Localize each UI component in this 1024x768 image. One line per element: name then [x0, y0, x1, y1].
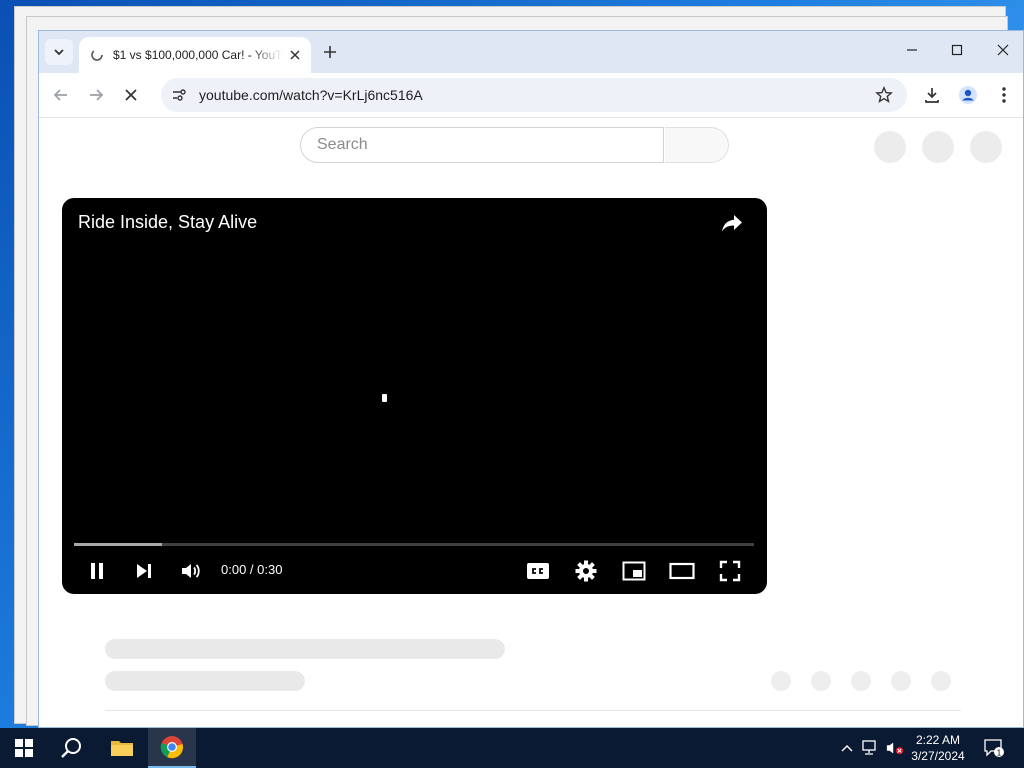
- subtitles-button[interactable]: [523, 556, 553, 586]
- gear-icon: [575, 560, 597, 582]
- muted-volume-icon: [886, 742, 904, 755]
- video-player[interactable]: Ride Inside, Stay Alive 0:00 / 0:30: [62, 198, 767, 594]
- download-icon: [925, 88, 939, 103]
- folder-icon: [111, 741, 133, 756]
- back-arrow-icon: [53, 89, 67, 101]
- action-placeholder: [931, 671, 951, 691]
- pause-button[interactable]: [82, 556, 112, 586]
- miniplayer-icon: [622, 561, 646, 581]
- theater-icon: [669, 562, 695, 580]
- start-button[interactable]: [0, 728, 48, 768]
- profile-button[interactable]: [956, 83, 980, 107]
- taskbar-clock[interactable]: 2:22 AM 3/27/2024: [906, 732, 970, 764]
- clock-date: 3/27/2024: [911, 749, 965, 763]
- notification-count: 1: [997, 749, 1002, 758]
- chrome-taskbar-button[interactable]: [148, 728, 196, 768]
- show-hidden-icons-button[interactable]: [838, 739, 856, 757]
- plus-icon: [324, 46, 336, 58]
- browser-toolbar: youtube.com/watch?v=KrLj6nc516A: [39, 73, 1023, 118]
- close-icon: [997, 44, 1009, 56]
- file-explorer-button[interactable]: [98, 728, 146, 768]
- video-title[interactable]: Ride Inside, Stay Alive: [78, 212, 257, 233]
- chrome-window: $1 vs $100,000,000 Car! - YouTube: [38, 30, 1024, 728]
- bookmark-button[interactable]: [873, 84, 895, 106]
- clock-time: 2:22 AM: [915, 733, 961, 747]
- action-placeholder: [771, 671, 791, 691]
- windows-icon: [15, 739, 33, 757]
- title-placeholder: [105, 639, 505, 659]
- theater-mode-button[interactable]: [667, 556, 697, 586]
- action-placeholder: [851, 671, 871, 691]
- taskbar: 2:22 AM 3/27/2024 1: [0, 728, 1024, 768]
- tab-loading-icon: [89, 47, 105, 63]
- notification-icon: 1: [984, 739, 1004, 758]
- close-icon: [290, 50, 300, 60]
- avatar-placeholder[interactable]: [970, 131, 1002, 163]
- volume-tray-button[interactable]: [886, 739, 904, 757]
- minimize-button[interactable]: [899, 39, 925, 61]
- search-icon: [61, 738, 81, 758]
- chrome-menu-button[interactable]: [992, 83, 1016, 107]
- tab-close-button[interactable]: [287, 47, 303, 63]
- stop-loading-icon: [125, 89, 137, 101]
- time-display: 0:00 / 0:30: [221, 562, 283, 577]
- fullscreen-icon: [719, 560, 741, 582]
- action-placeholder: [811, 671, 831, 691]
- maximize-button[interactable]: [944, 39, 970, 61]
- settings-button[interactable]: [571, 556, 601, 586]
- search-button[interactable]: [665, 127, 729, 163]
- share-button[interactable]: [719, 210, 745, 236]
- site-info-button[interactable]: [167, 83, 191, 107]
- active-tab[interactable]: $1 vs $100,000,000 Car! - YouTube: [79, 37, 311, 73]
- new-tab-button[interactable]: [319, 41, 341, 63]
- volume-button[interactable]: [176, 556, 206, 586]
- notifications-button[interactable]: 1: [982, 736, 1006, 760]
- action-placeholder: [891, 671, 911, 691]
- progress-bar[interactable]: [74, 543, 754, 546]
- kebab-menu-icon: [1002, 87, 1006, 103]
- youtube-page: Search Ride Inside, Stay Alive 0:00 / 0:: [39, 118, 1023, 727]
- fullscreen-button[interactable]: [715, 556, 745, 586]
- network-button[interactable]: [862, 739, 880, 757]
- chrome-icon: [160, 736, 183, 759]
- chevron-down-icon: [54, 49, 64, 56]
- tab-strip: $1 vs $100,000,000 Car! - YouTube: [39, 31, 1023, 73]
- tab-title: $1 vs $100,000,000 Car! - YouTube: [113, 48, 283, 62]
- volume-icon: [182, 564, 200, 578]
- next-icon: [137, 564, 151, 578]
- url-text: youtube.com/watch?v=KrLj6nc516A: [199, 87, 423, 103]
- share-icon: [722, 215, 742, 232]
- back-button[interactable]: [49, 83, 73, 107]
- tab-search-button[interactable]: [45, 39, 73, 65]
- address-bar[interactable]: youtube.com/watch?v=KrLj6nc516A: [161, 78, 907, 112]
- chevron-up-icon: [841, 745, 853, 752]
- minimize-icon: [907, 49, 917, 51]
- header-button-placeholder[interactable]: [874, 131, 906, 163]
- search-button[interactable]: [48, 728, 96, 768]
- forward-arrow-icon: [90, 89, 104, 101]
- profile-icon: [959, 86, 977, 104]
- close-window-button[interactable]: [990, 39, 1016, 61]
- network-icon: [862, 740, 876, 755]
- forward-button[interactable]: [84, 83, 108, 107]
- header-button-placeholder[interactable]: [922, 131, 954, 163]
- maximize-icon: [951, 44, 963, 56]
- loading-spinner: [382, 394, 387, 402]
- buffered-bar: [74, 543, 163, 546]
- search-input[interactable]: Search: [300, 127, 664, 163]
- divider: [105, 710, 961, 711]
- next-button[interactable]: [129, 556, 159, 586]
- cc-icon: [527, 563, 549, 579]
- site-info-icon: [173, 89, 186, 101]
- star-icon: [875, 86, 893, 103]
- stop-loading-button[interactable]: [119, 83, 143, 107]
- channel-placeholder: [105, 671, 305, 691]
- miniplayer-button[interactable]: [619, 556, 649, 586]
- downloads-button[interactable]: [920, 83, 944, 107]
- pause-icon: [91, 563, 103, 579]
